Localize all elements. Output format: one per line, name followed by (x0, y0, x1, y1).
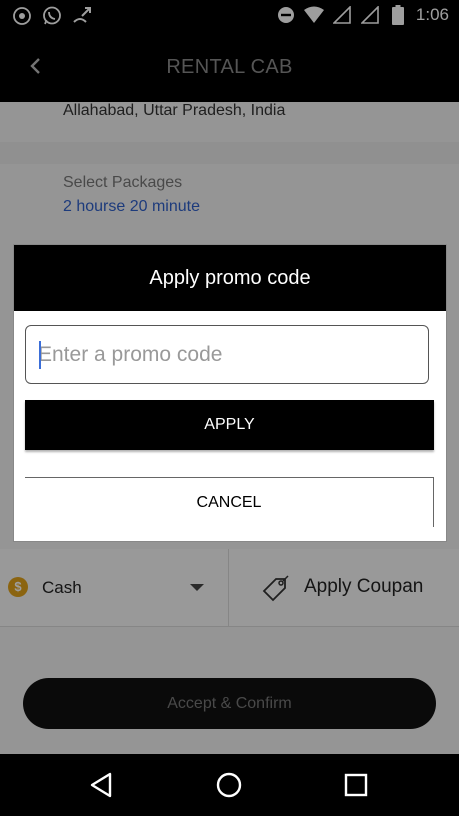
cancel-button[interactable]: CANCEL (25, 477, 434, 527)
dialog-title: Apply promo code (14, 245, 446, 311)
text-cursor (39, 341, 41, 369)
system-nav-bar (0, 754, 459, 816)
recents-square-icon[interactable] (339, 768, 373, 802)
promo-code-dialog: Apply promo code APPLY CANCEL (13, 244, 447, 542)
promo-code-input[interactable] (25, 325, 429, 384)
back-triangle-icon[interactable] (84, 768, 118, 802)
home-circle-icon[interactable] (212, 768, 246, 802)
apply-button[interactable]: APPLY (25, 400, 434, 450)
